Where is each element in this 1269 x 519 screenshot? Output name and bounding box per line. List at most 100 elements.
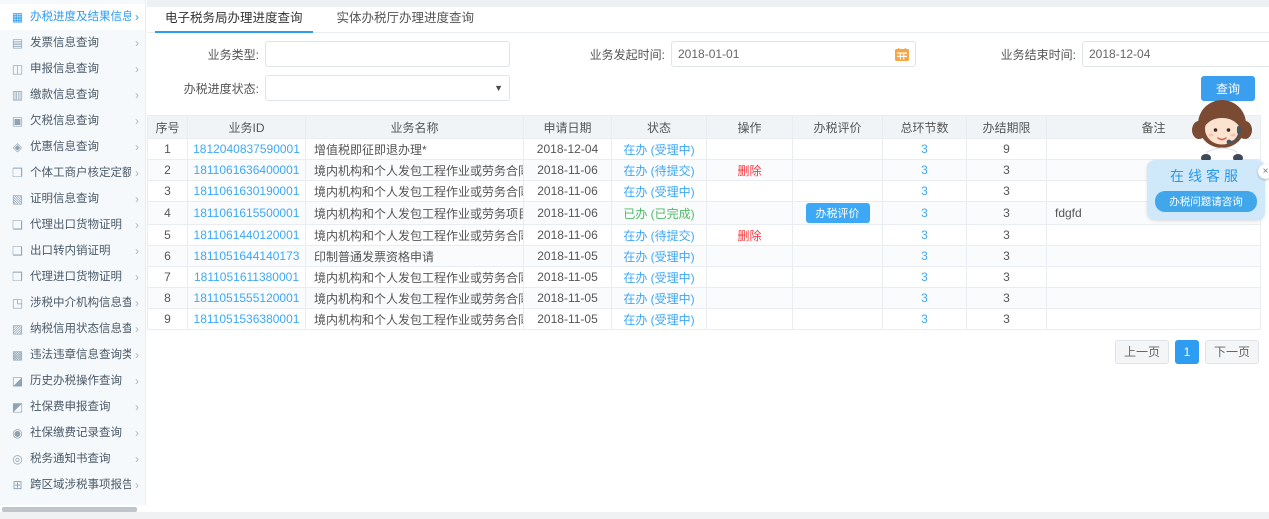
total-links-link[interactable]: 3 — [921, 206, 928, 220]
sidebar-item-6[interactable]: ❐ 个体工商户核定定额信息查询 › — [0, 160, 145, 186]
sidebar-item-14[interactable]: ◪ 历史办税操作查询 › — [0, 368, 145, 394]
sidebar-item-16[interactable]: ◉ 社保缴费记录查询 › — [0, 420, 145, 446]
sidebar-item-label: 社保费申报查询 — [30, 394, 131, 420]
chevron-right-icon: › — [131, 316, 145, 342]
sidebar-item-3[interactable]: ▥ 缴款信息查询 › — [0, 82, 145, 108]
cell-business-name: 境内机构和个人发包工程作业或劳务合同款项支付情况备案 — [314, 271, 524, 285]
sidebar-item-8[interactable]: ❏ 代理出口货物证明 › — [0, 212, 145, 238]
business-id-link[interactable]: 1811061615500001 — [194, 206, 300, 220]
business-id-link[interactable]: 1811051536380001 — [194, 312, 300, 326]
tax-question-consult-button[interactable]: 办税问题请咨询 — [1155, 191, 1257, 212]
next-page-button[interactable]: 下一页 — [1205, 340, 1259, 364]
results-table: 序号业务ID业务名称申请日期状态操作办税评价总环节数办结期限备注 1181204… — [147, 115, 1261, 330]
table-row-7: 71811051611380001境内机构和个人发包工程作业或劳务合同款项支付情… — [148, 267, 1261, 288]
cell-apply-date: 2018-11-06 — [537, 228, 598, 242]
sidebar-item-label: 社保缴费记录查询 — [30, 420, 131, 446]
sidebar-item-4[interactable]: ▣ 欠税信息查询 › — [0, 108, 145, 134]
sidebar-item-13[interactable]: ▩ 违法违章信息查询类 › — [0, 342, 145, 368]
sidebar-item-18[interactable]: ⊞ 跨区域涉税事项报告查询 › — [0, 472, 145, 498]
sidebar-item-10[interactable]: ❒ 代理进口货物证明 › — [0, 264, 145, 290]
sidebar-item-label: 申报信息查询 — [30, 56, 131, 82]
cell-apply-date: 2018-11-06 — [537, 184, 598, 198]
business-type-input[interactable] — [272, 47, 503, 61]
business-id-link[interactable]: 1811061636400001 — [194, 163, 300, 177]
business-id-link[interactable]: 1811051644140173 — [194, 249, 300, 263]
tab-electronic-bureau-progress[interactable]: 电子税务局办理进度查询 — [155, 3, 313, 32]
cell-apply-date: 2018-11-05 — [537, 270, 598, 284]
sidebar-item-label: 历史办税操作查询 — [30, 368, 131, 394]
total-links-link[interactable]: 3 — [921, 184, 928, 198]
cell-apply-date: 2018-11-05 — [537, 312, 598, 326]
cross-region-icon: ⊞ — [10, 472, 25, 498]
chevron-right-icon: › — [131, 290, 145, 316]
total-links-link[interactable]: 3 — [921, 249, 928, 263]
column-header-0: 序号 — [148, 116, 188, 139]
progress-status-value[interactable] — [272, 81, 491, 95]
preference-info-icon: ◈ — [10, 134, 25, 160]
cell-seq: 9 — [164, 312, 171, 326]
payment-info-icon: ▥ — [10, 82, 25, 108]
status-badge: 已办 (已完成) — [623, 207, 694, 221]
export-domestic-icon: ❑ — [10, 238, 25, 264]
social-record-icon: ◉ — [10, 420, 25, 446]
online-service-title[interactable]: 在线客服 — [1155, 166, 1257, 186]
cell-business-name: 印制普通发票资格申请 — [314, 250, 434, 264]
sidebar-item-label: 办税进度及结果信息查询 — [30, 4, 131, 30]
progress-result-icon: ▦ — [10, 4, 25, 30]
sidebar-item-5[interactable]: ◈ 优惠信息查询 › — [0, 134, 145, 160]
sidebar-item-label: 出口转内销证明 — [30, 238, 131, 264]
delete-link[interactable]: 删除 — [737, 229, 761, 243]
close-icon[interactable]: × — [1258, 164, 1269, 179]
table-row-2: 21811061636400001境内机构和个人发包工程作业或劳务合同款项支付情… — [148, 160, 1261, 181]
sidebar-item-9[interactable]: ❑ 出口转内销证明 › — [0, 238, 145, 264]
calendar-icon[interactable] — [895, 48, 909, 61]
cell-apply-date: 2018-11-05 — [537, 249, 598, 263]
sidebar-item-1[interactable]: ▤ 发票信息查询 › — [0, 30, 145, 56]
total-links-link[interactable]: 3 — [921, 142, 928, 156]
online-service-bubble[interactable]: 在线客服 办税问题请咨询 × — [1147, 160, 1265, 220]
prev-page-button[interactable]: 上一页 — [1115, 340, 1169, 364]
sidebar-item-2[interactable]: ◫ 申报信息查询 › — [0, 56, 145, 82]
total-links-link[interactable]: 3 — [921, 163, 928, 177]
status-badge: 在办 (受理中) — [623, 271, 694, 285]
sidebar-item-7[interactable]: ▧ 证明信息查询 › — [0, 186, 145, 212]
chevron-down-icon[interactable]: ▼ — [491, 83, 503, 93]
sidebar-item-17[interactable]: ◎ 税务通知书查询 › — [0, 446, 145, 472]
business-type-input-box — [265, 41, 510, 67]
sidebar-item-0[interactable]: ▦ 办税进度及结果信息查询 › — [0, 4, 145, 30]
total-links-link[interactable]: 3 — [921, 291, 928, 305]
column-header-4: 状态 — [612, 116, 707, 139]
service-agent-avatar[interactable] — [1183, 96, 1261, 168]
progress-status-select[interactable]: ▼ — [265, 75, 510, 101]
current-page-button[interactable]: 1 — [1175, 340, 1199, 364]
status-badge: 在办 (受理中) — [623, 250, 694, 264]
total-links-link[interactable]: 3 — [921, 228, 928, 242]
sidebar-item-11[interactable]: ◳ 涉税中介机构信息查询 › — [0, 290, 145, 316]
column-header-3: 申请日期 — [524, 116, 612, 139]
chevron-right-icon: › — [131, 108, 145, 134]
business-id-link[interactable]: 1811051555120001 — [194, 291, 300, 305]
sidebar-item-15[interactable]: ◩ 社保费申报查询 › — [0, 394, 145, 420]
sidebar-item-label: 税务通知书查询 — [30, 446, 131, 472]
progress-status-label: 办税进度状态: — [151, 80, 265, 97]
chevron-right-icon: › — [131, 82, 145, 108]
business-id-link[interactable]: 1812040837590001 — [193, 142, 300, 156]
business-id-link[interactable]: 1811061630190001 — [194, 184, 300, 198]
delete-link[interactable]: 删除 — [737, 164, 761, 178]
sidebar-item-12[interactable]: ▨ 纳税信用状态信息查询 › — [0, 316, 145, 342]
cell-apply-date: 2018-12-04 — [537, 142, 598, 156]
tax-evaluation-button[interactable]: 办税评价 — [806, 203, 870, 223]
horizontal-scrollbar-track[interactable] — [0, 512, 1269, 519]
business-id-link[interactable]: 1811061440120001 — [194, 228, 300, 242]
sidebar-item-label: 违法违章信息查询类 — [30, 342, 131, 368]
start-time-input[interactable] — [678, 47, 895, 61]
main-content: 电子税务局办理进度查询 实体办税厅办理进度查询 业务类型: 业务发起时间: — [147, 0, 1269, 512]
cell-seq: 8 — [164, 291, 171, 305]
end-time-input[interactable] — [1089, 47, 1269, 61]
total-links-link[interactable]: 3 — [921, 312, 928, 326]
tab-physical-hall-progress[interactable]: 实体办税厅办理进度查询 — [327, 3, 485, 32]
business-id-link[interactable]: 1811051611380001 — [194, 270, 299, 284]
chevron-right-icon: › — [131, 472, 145, 498]
total-links-link[interactable]: 3 — [921, 270, 928, 284]
column-header-8: 办结期限 — [967, 116, 1047, 139]
